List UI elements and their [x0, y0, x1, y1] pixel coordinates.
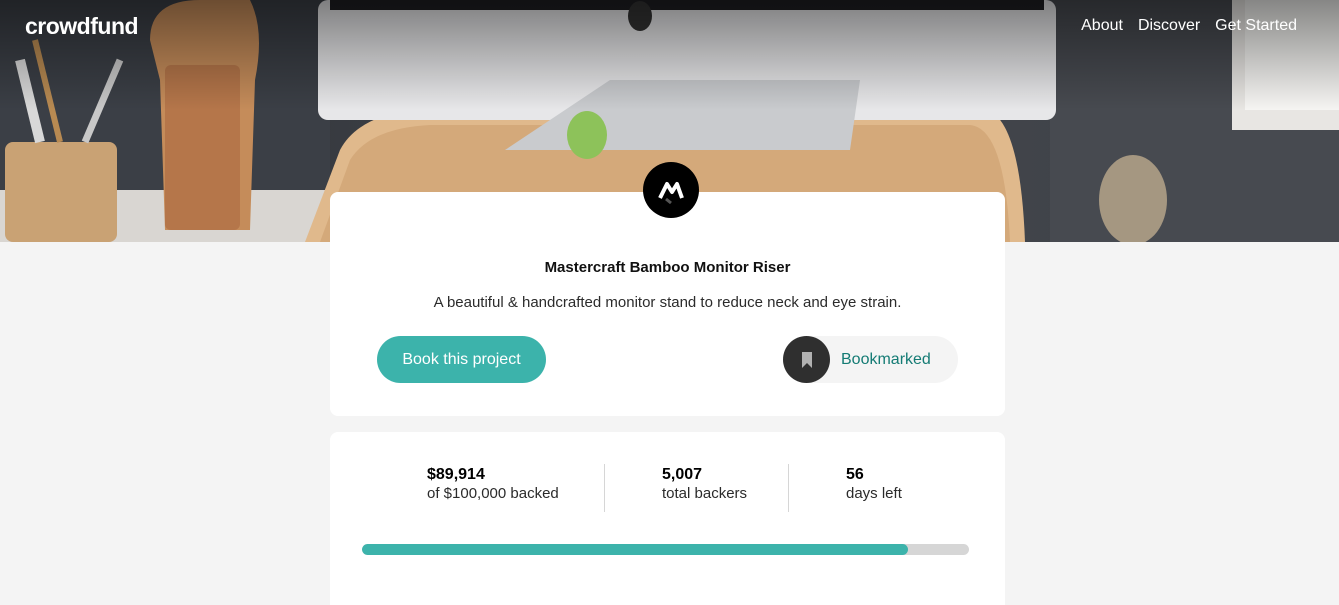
project-stats-card: $89,914 of $100,000 backed 5,007 total b… [330, 432, 1005, 605]
stat-divider [604, 464, 605, 512]
stat-value: $89,914 [427, 466, 485, 483]
stat-total-backers: 5,007 total backers [662, 465, 747, 503]
stat-divider [788, 464, 789, 512]
funding-progress-bar [362, 544, 969, 555]
nav-link-about[interactable]: About [1081, 17, 1123, 35]
bookmark-button[interactable]: Bookmarked [783, 336, 958, 383]
stat-value: 56 [846, 466, 864, 483]
bookmark-icon [783, 336, 830, 383]
stat-label: total backers [662, 485, 748, 502]
project-title: Mastercraft Bamboo Monitor Riser [544, 259, 791, 276]
stat-label: days left [846, 485, 902, 502]
stat-value: 5,007 [662, 466, 703, 483]
nav-link-discover[interactable]: Discover [1138, 17, 1200, 35]
bookmark-label: Bookmarked [841, 350, 931, 368]
funding-progress-fill [362, 544, 908, 555]
nav-link-get-started[interactable]: Get Started [1215, 17, 1297, 35]
back-this-project-button[interactable]: Book this project [377, 336, 546, 383]
mastercraft-logo-icon [643, 162, 699, 218]
main-nav: About Discover Get Started [1081, 17, 1297, 35]
project-description: A beautiful & handcrafted monitor stand … [433, 294, 902, 311]
project-intro-card: Mastercraft Bamboo Monitor Riser A beaut… [330, 192, 1005, 416]
stat-amount-backed: $89,914 of $100,000 backed [427, 465, 559, 503]
stat-label: of $100,000 backed [427, 485, 559, 502]
site-logo[interactable]: crowdfund [25, 13, 139, 40]
stat-days-left: 56 days left [846, 465, 902, 503]
